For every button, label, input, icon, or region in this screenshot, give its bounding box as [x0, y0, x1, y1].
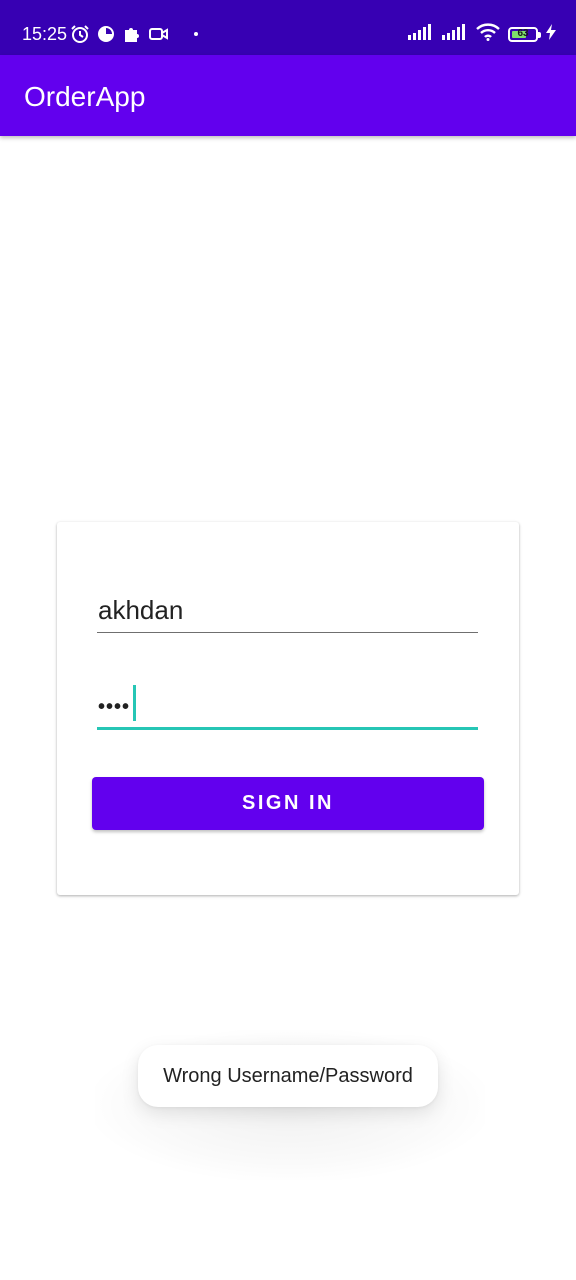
video-icon	[148, 24, 170, 44]
battery-icon: 63	[508, 26, 541, 42]
sign-in-button[interactable]: SIGN IN	[92, 777, 484, 830]
alarm-icon	[70, 24, 90, 44]
error-toast: Wrong Username/Password	[138, 1045, 438, 1107]
text-cursor	[133, 685, 136, 721]
signal-icon	[408, 23, 434, 46]
login-card: akhdan •••• SIGN IN	[57, 522, 519, 895]
wifi-icon	[476, 22, 500, 46]
status-time: 15:25	[22, 24, 68, 44]
battery-nub	[538, 31, 541, 38]
charging-icon	[546, 23, 556, 45]
password-field[interactable]: ••••	[97, 682, 478, 730]
app-title: OrderApp	[24, 81, 146, 112]
battery-level: 63	[517, 28, 529, 39]
status-system-icons: 63	[408, 22, 556, 46]
status-bar: 15:25 63	[0, 0, 576, 55]
data-saver-icon	[96, 24, 116, 44]
puzzle-icon	[122, 24, 142, 44]
signal-icon	[442, 23, 468, 46]
username-value: akhdan	[98, 595, 184, 625]
username-field[interactable]: akhdan	[97, 592, 478, 633]
password-masked-value: ••••	[98, 696, 131, 718]
app-bar: OrderApp	[0, 55, 576, 136]
more-notifications-dot	[194, 32, 198, 36]
status-notification-icons	[70, 23, 198, 45]
